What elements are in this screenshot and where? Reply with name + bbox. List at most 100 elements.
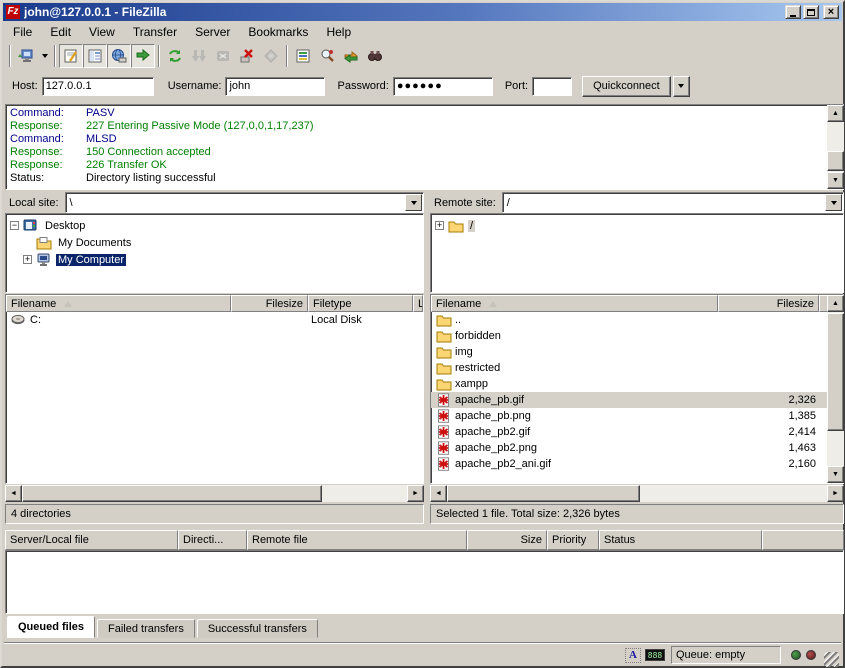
column-header-filename[interactable]: Filename: [6, 295, 231, 312]
tree-item-desktop[interactable]: − Desktop: [10, 217, 423, 234]
scroll-right-icon[interactable]: ►: [407, 485, 424, 502]
minimize-button[interactable]: [785, 5, 801, 19]
scroll-down-icon[interactable]: ▼: [827, 466, 844, 483]
column-header-filesize[interactable]: Filesize: [231, 295, 308, 312]
toggle-transfer-queue-button[interactable]: [131, 44, 155, 68]
directory-filter-button[interactable]: [291, 44, 315, 68]
host-input[interactable]: [42, 77, 154, 96]
resize-grip[interactable]: [824, 652, 839, 667]
menu-bookmarks[interactable]: Bookmarks: [239, 23, 317, 41]
tab-failed-transfers[interactable]: Failed transfers: [97, 619, 195, 638]
scroll-up-icon[interactable]: ▲: [827, 105, 844, 122]
close-button[interactable]: ×: [823, 5, 839, 19]
menu-file[interactable]: File: [4, 23, 41, 41]
titlebar: Fz john@127.0.0.1 - FileZilla ×: [3, 3, 842, 21]
tree-item-label[interactable]: /: [468, 220, 475, 232]
toggle-local-tree-button[interactable]: [83, 44, 107, 68]
column-header-remote-file[interactable]: Remote file: [247, 530, 467, 550]
remote-site-combo-button[interactable]: [825, 194, 842, 211]
disconnect-button[interactable]: [235, 44, 259, 68]
process-queue-button[interactable]: [187, 44, 211, 68]
file-row-local-disk[interactable]: C: Local Disk: [6, 312, 423, 328]
file-row[interactable]: restricted: [431, 360, 843, 376]
remote-list-scrollbar-thumb[interactable]: [827, 313, 844, 431]
toggle-message-log-button[interactable]: [59, 44, 83, 68]
desktop-icon: [23, 219, 39, 233]
refresh-button[interactable]: [163, 44, 187, 68]
directory-comparison-button[interactable]: [315, 44, 339, 68]
file-row[interactable]: apache_pb2.gif 2,414: [431, 424, 843, 440]
site-manager-dropdown-button[interactable]: [38, 44, 51, 68]
tab-successful-transfers[interactable]: Successful transfers: [197, 619, 318, 638]
remote-list-hscrollbar-thumb[interactable]: [447, 485, 640, 502]
file-row[interactable]: apache_pb.png 1,385: [431, 408, 843, 424]
column-header-direction[interactable]: Directi...: [178, 530, 247, 550]
tab-queued-files[interactable]: Queued files: [7, 616, 95, 638]
file-name: apache_pb2.png: [455, 442, 537, 454]
transfer-type-ascii-icon[interactable]: A: [625, 648, 641, 663]
tree-item-my-documents[interactable]: My Documents: [10, 234, 423, 251]
file-row[interactable]: forbidden: [431, 328, 843, 344]
synchronized-browsing-button[interactable]: [339, 44, 363, 68]
quickconnect-dropdown-button[interactable]: [673, 76, 690, 97]
log-line-message: Directory listing successful: [86, 172, 216, 185]
column-header-priority[interactable]: Priority: [547, 530, 599, 550]
column-header-filesize[interactable]: Filesize: [718, 295, 819, 312]
remote-list-hscrollbar[interactable]: ◄ ►: [430, 485, 844, 502]
maximize-button[interactable]: [803, 5, 819, 19]
site-manager-button[interactable]: [14, 44, 38, 68]
port-input[interactable]: [532, 77, 572, 96]
quickconnect-button[interactable]: Quickconnect: [582, 76, 671, 97]
column-header-status[interactable]: Status: [599, 530, 762, 550]
menu-edit[interactable]: Edit: [41, 23, 80, 41]
file-row-selected[interactable]: apache_pb.gif 2,326: [431, 392, 843, 408]
cancel-operation-icon: [215, 48, 231, 64]
tree-item-label[interactable]: Desktop: [43, 220, 87, 232]
log-scrollbar[interactable]: ▲ ▼: [827, 105, 844, 189]
log-line-label: Command:: [10, 133, 86, 146]
column-header-last-modified[interactable]: L: [413, 295, 423, 312]
column-header-filetype[interactable]: Filetype: [308, 295, 413, 312]
file-row[interactable]: ..: [431, 312, 843, 328]
column-header-size[interactable]: Size: [467, 530, 547, 550]
local-site-combo-button[interactable]: [405, 194, 422, 211]
scroll-right-icon[interactable]: ►: [827, 485, 844, 502]
log-scrollbar-thumb[interactable]: [827, 151, 844, 171]
tree-item-label[interactable]: My Documents: [56, 237, 133, 249]
menu-transfer[interactable]: Transfer: [124, 23, 186, 41]
expand-icon[interactable]: +: [23, 255, 32, 264]
remote-list-scrollbar[interactable]: ▲ ▼: [827, 295, 844, 483]
scroll-left-icon[interactable]: ◄: [430, 485, 447, 502]
scroll-down-icon[interactable]: ▼: [827, 172, 844, 189]
local-list-hscrollbar-thumb[interactable]: [22, 485, 322, 502]
reconnect-button[interactable]: [259, 44, 283, 68]
local-site-combo[interactable]: \: [65, 192, 424, 213]
speed-limit-icon[interactable]: 888: [645, 649, 665, 661]
find-files-button[interactable]: [363, 44, 387, 68]
collapse-icon[interactable]: −: [10, 221, 19, 230]
menu-help[interactable]: Help: [317, 23, 360, 41]
file-row[interactable]: apache_pb2_ani.gif 2,160: [431, 456, 843, 472]
file-row[interactable]: xampp: [431, 376, 843, 392]
column-header-server-local-file[interactable]: Server/Local file: [5, 530, 178, 550]
toggle-remote-tree-button[interactable]: [107, 44, 131, 68]
menu-view[interactable]: View: [80, 23, 124, 41]
cancel-operation-button[interactable]: [211, 44, 235, 68]
folder-icon: [436, 345, 452, 359]
remote-site-combo[interactable]: /: [502, 192, 844, 213]
column-header-filename[interactable]: Filename: [431, 295, 718, 312]
scroll-up-icon[interactable]: ▲: [827, 295, 844, 312]
tree-item-my-computer[interactable]: + My Computer: [10, 251, 423, 268]
file-row[interactable]: apache_pb2.png 1,463: [431, 440, 843, 456]
queue-list[interactable]: [5, 550, 844, 614]
file-size: 2,326: [788, 394, 816, 406]
tree-item-label[interactable]: My Computer: [56, 254, 126, 266]
tree-item-root[interactable]: + /: [435, 217, 843, 234]
username-input[interactable]: [225, 77, 325, 96]
scroll-left-icon[interactable]: ◄: [5, 485, 22, 502]
menu-server[interactable]: Server: [186, 23, 239, 41]
expand-icon[interactable]: +: [435, 221, 444, 230]
local-list-hscrollbar[interactable]: ◄ ►: [5, 485, 424, 502]
file-row[interactable]: img: [431, 344, 843, 360]
password-input[interactable]: [393, 77, 493, 96]
